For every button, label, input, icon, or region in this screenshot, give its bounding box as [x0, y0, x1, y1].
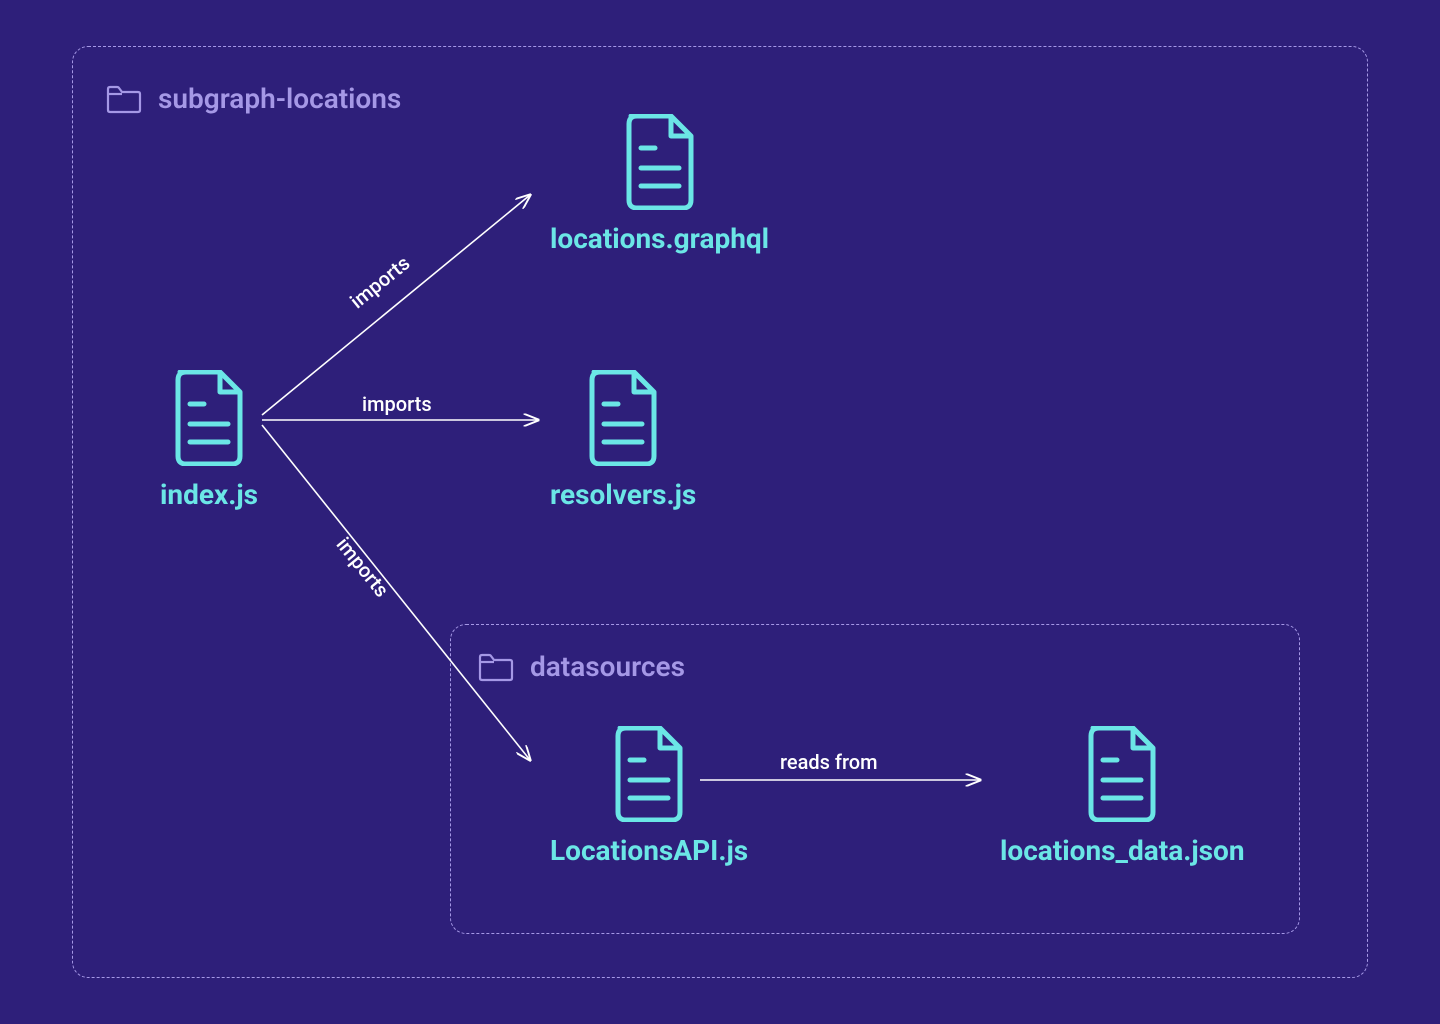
file-node-schema: locations.graphql [550, 114, 769, 255]
file-node-resolvers: resolvers.js [550, 370, 696, 511]
outer-folder-label: subgraph-locations [158, 82, 401, 115]
edge-label-imports-2: imports [362, 392, 432, 416]
folder-icon [106, 84, 142, 114]
file-node-api: LocationsAPI.js [550, 726, 748, 867]
diagram-canvas: subgraph-locations datasources index.js … [0, 0, 1440, 1024]
inner-folder-header: datasources [478, 650, 685, 683]
file-label-api: LocationsAPI.js [550, 834, 748, 867]
file-icon [621, 114, 699, 210]
file-label-resolvers: resolvers.js [550, 478, 696, 511]
file-icon [610, 726, 688, 822]
file-node-index: index.js [160, 370, 258, 511]
file-label-data: locations_data.json [1000, 834, 1245, 867]
file-label-index: index.js [160, 478, 258, 511]
file-icon [1083, 726, 1161, 822]
folder-icon [478, 652, 514, 682]
file-label-schema: locations.graphql [550, 222, 769, 255]
edge-label-reads-from: reads from [780, 750, 878, 774]
outer-folder-header: subgraph-locations [106, 82, 401, 115]
file-node-data: locations_data.json [1000, 726, 1245, 867]
file-icon [584, 370, 662, 466]
inner-folder-label: datasources [530, 650, 685, 683]
file-icon [170, 370, 248, 466]
